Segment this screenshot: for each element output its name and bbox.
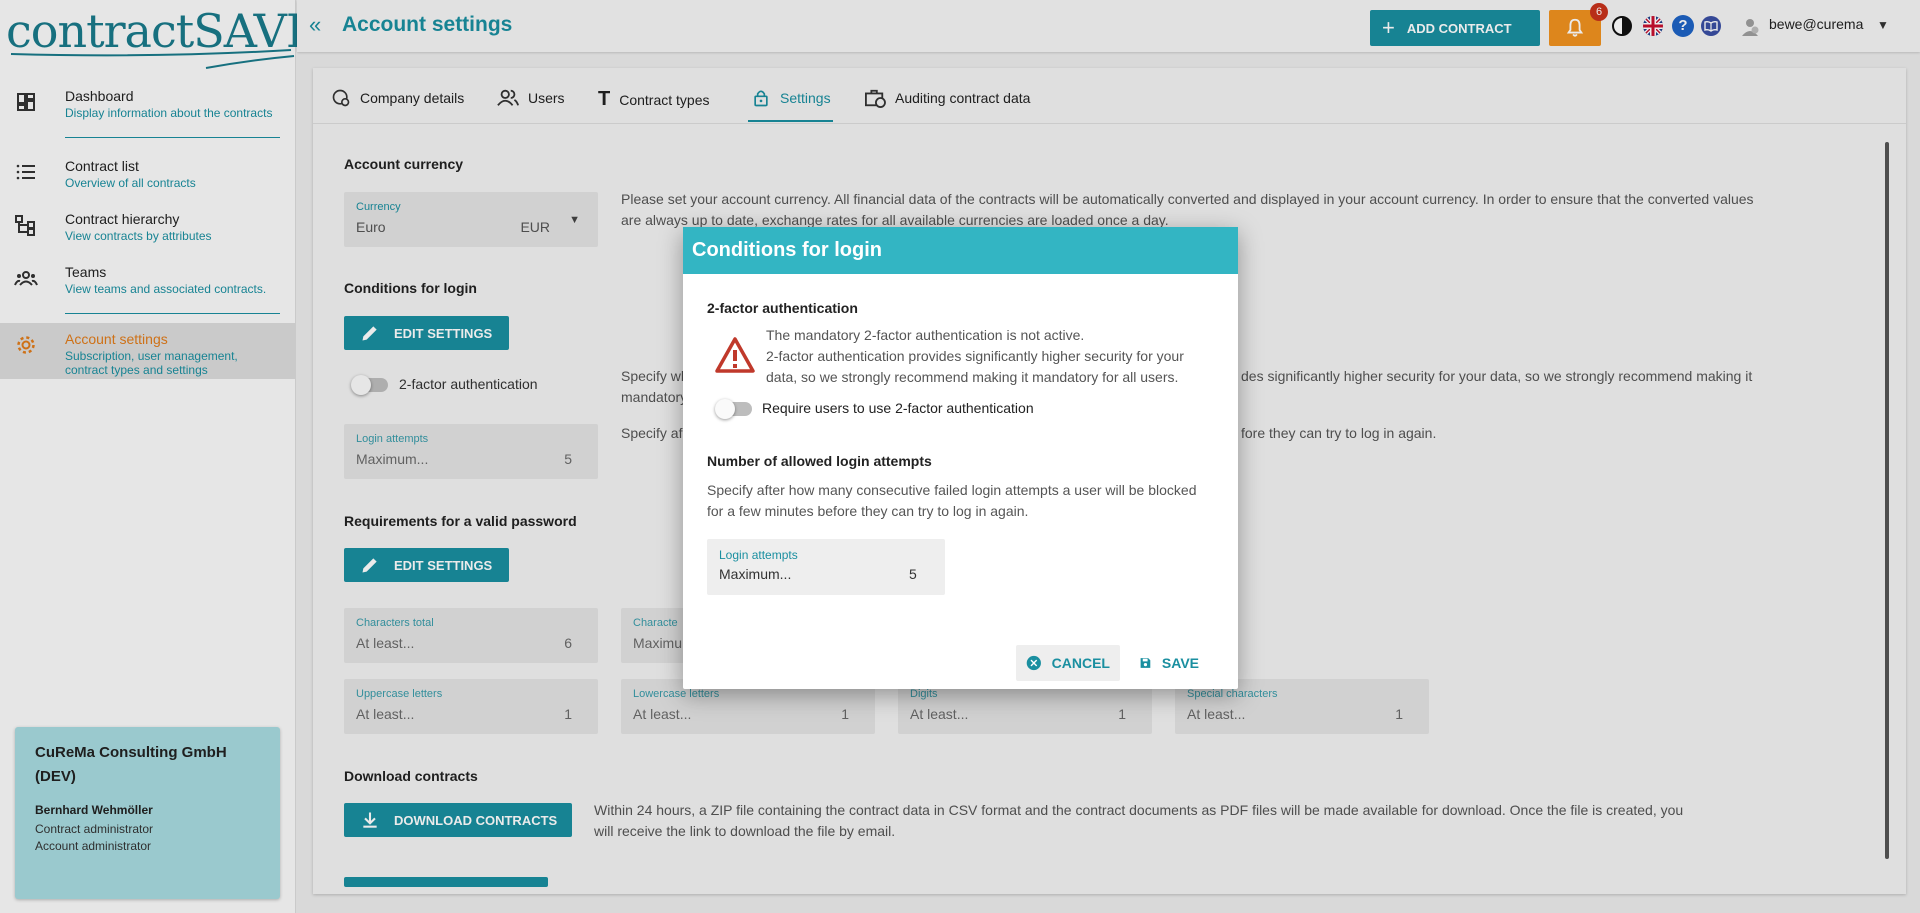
twofa-section-title: 2-factor authentication — [707, 300, 858, 316]
field-count: 5 — [909, 566, 917, 582]
button-label: CANCEL — [1051, 655, 1110, 671]
login-attempts-input[interactable]: Login attempts Maximum... 5 — [707, 539, 945, 595]
attempts-description: Specify after how many consecutive faile… — [707, 482, 1197, 519]
warning-icon — [715, 337, 755, 373]
cancel-circle-icon — [1026, 655, 1041, 671]
twofa-warning-line1: The mandatory 2-factor authentication is… — [766, 327, 1085, 343]
button-label: SAVE — [1161, 655, 1199, 671]
field-label: Login attempts — [719, 548, 798, 562]
field-value: Maximum... — [719, 566, 792, 582]
dialog-title: Conditions for login — [683, 227, 1238, 274]
twofa-warning-line2: 2-factor authentication provides signifi… — [766, 348, 1184, 385]
toggle-knob — [715, 399, 735, 419]
floppy-disk-icon — [1140, 658, 1151, 668]
conditions-for-login-dialog: Conditions for login 2-factor authentica… — [683, 227, 1238, 689]
cancel-button[interactable]: CANCEL — [1016, 645, 1120, 681]
attempts-section-title: Number of allowed login attempts — [707, 453, 932, 469]
require-twofa-label: Require users to use 2-factor authentica… — [762, 400, 1034, 416]
save-button[interactable]: SAVE — [1129, 645, 1209, 681]
require-twofa-toggle[interactable] — [715, 399, 752, 419]
